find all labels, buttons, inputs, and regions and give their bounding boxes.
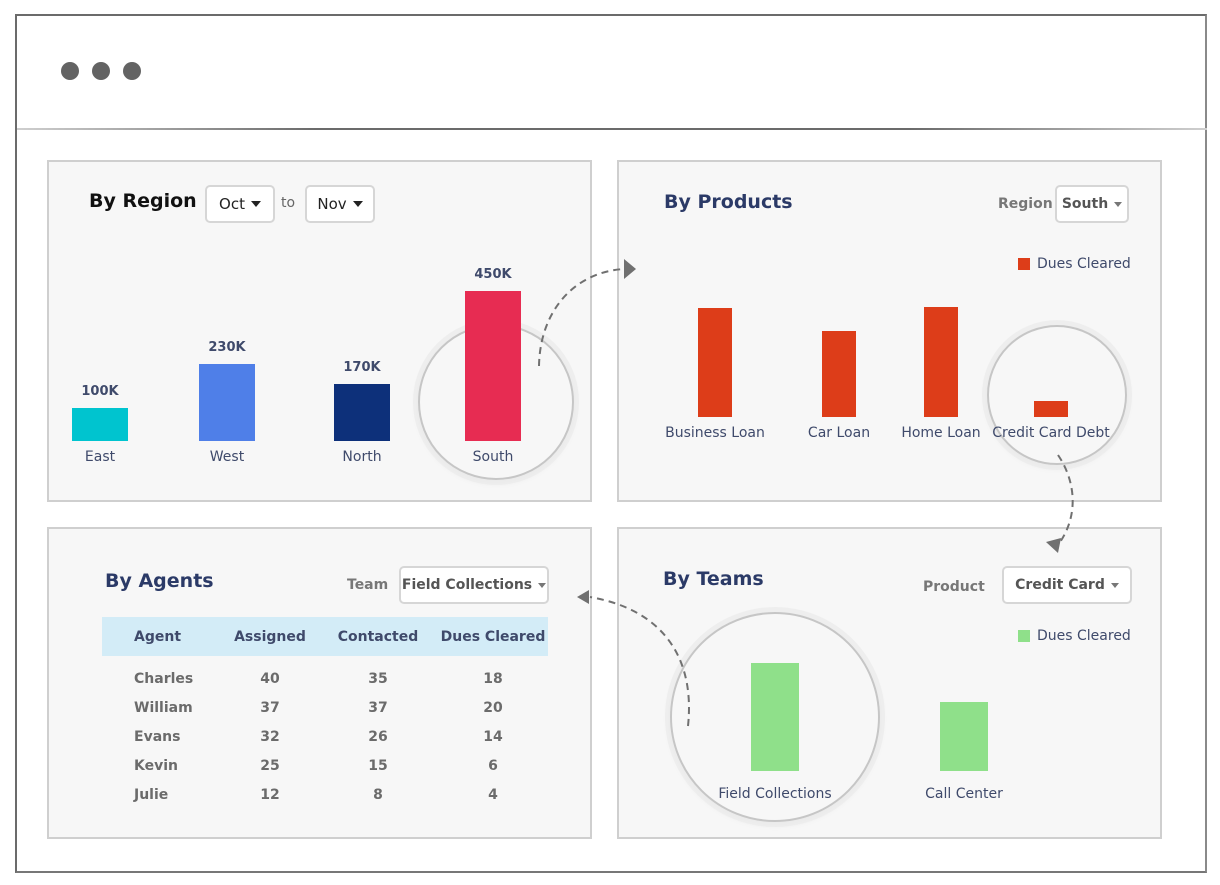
- x-axis-label: South: [472, 449, 514, 465]
- to-month-select[interactable]: Nov: [305, 185, 375, 223]
- agent-name-cell: Evans: [134, 728, 181, 745]
- bar-home-loan[interactable]: [924, 307, 958, 417]
- region-filter-select[interactable]: South: [1055, 185, 1129, 223]
- teams-legend: Dues Cleared: [1018, 628, 1131, 644]
- product-filter-value: Credit Card: [1015, 577, 1105, 593]
- chevron-down-icon: [538, 582, 547, 588]
- chevron-down-icon: [352, 201, 363, 207]
- legend-swatch-icon: [1018, 258, 1030, 270]
- team-filter-label: Team: [347, 577, 389, 593]
- to-month-value: Nov: [317, 195, 347, 213]
- from-month-value: Oct: [219, 195, 245, 213]
- bar-car-loan[interactable]: [822, 331, 856, 417]
- chevron-down-icon: [1110, 582, 1119, 588]
- agent-name-cell: Julie: [134, 786, 169, 803]
- table-row[interactable]: Julie 12 8 4: [102, 780, 548, 809]
- bar-value-label: 170K: [343, 360, 381, 376]
- product-filter-select[interactable]: Credit Card: [1002, 566, 1132, 604]
- assigned-cell: 12: [260, 786, 280, 803]
- products-legend: Dues Cleared: [1018, 256, 1131, 272]
- x-axis-label: Field Collections: [718, 786, 832, 802]
- dues-cleared-cell: 4: [488, 786, 498, 803]
- x-axis-label: Call Center: [925, 786, 1003, 802]
- dues-cleared-cell: 20: [483, 699, 503, 716]
- chevron-down-icon: [250, 201, 261, 207]
- assigned-cell: 40: [260, 670, 280, 687]
- region-filter-label: Region: [998, 196, 1053, 212]
- bar-value-label: 450K: [474, 267, 512, 282]
- contacted-cell: 26: [368, 728, 388, 745]
- dues-cleared-cell: 6: [488, 757, 498, 774]
- teams-panel-title: By Teams: [663, 568, 764, 590]
- column-header-contacted[interactable]: Contacted: [318, 617, 438, 656]
- bar-west[interactable]: [199, 364, 255, 441]
- window-control-dot-icon[interactable]: [61, 62, 79, 80]
- bar-business-loan[interactable]: [698, 308, 732, 417]
- bar-north[interactable]: [334, 384, 390, 441]
- x-axis-label: East: [84, 449, 116, 465]
- window-control-dot-icon[interactable]: [123, 62, 141, 80]
- products-panel-title: By Products: [664, 191, 793, 213]
- x-axis-label: Business Loan: [665, 425, 765, 441]
- assigned-cell: 37: [260, 699, 280, 716]
- bar-value-label: 100K: [81, 383, 119, 399]
- agent-name-cell: William: [134, 699, 193, 716]
- from-month-select[interactable]: Oct: [205, 185, 275, 223]
- dues-cleared-cell: 14: [483, 728, 503, 745]
- bar-value-label: 230K: [208, 340, 246, 356]
- titlebar-divider: [17, 128, 1207, 130]
- legend-label: Dues Cleared: [1037, 628, 1131, 644]
- product-filter-label: Product: [923, 579, 985, 595]
- contacted-cell: 8: [373, 786, 383, 803]
- region-panel-title: By Region: [89, 190, 197, 212]
- x-axis-label: West: [209, 449, 245, 465]
- agents-table: Agent Assigned Contacted Dues Cleared Ch…: [102, 617, 548, 809]
- contacted-cell: 15: [368, 757, 388, 774]
- x-axis-label: North: [342, 449, 382, 465]
- bar-east[interactable]: [72, 407, 128, 441]
- column-header-agent[interactable]: Agent: [102, 617, 222, 656]
- contacted-cell: 37: [368, 699, 388, 716]
- bar-south[interactable]: [465, 291, 521, 441]
- agent-name-cell: Charles: [134, 670, 194, 687]
- x-axis-label: Credit Card Debt: [992, 425, 1110, 441]
- bar-call-center[interactable]: [940, 702, 988, 771]
- contacted-cell: 35: [368, 670, 388, 687]
- team-filter-value: Field Collections: [401, 577, 533, 593]
- assigned-cell: 32: [260, 728, 280, 745]
- team-filter-select[interactable]: Field Collections: [399, 566, 549, 604]
- table-row[interactable]: Kevin 25 15 6: [102, 751, 548, 780]
- table-row[interactable]: Evans 32 26 14: [102, 722, 548, 751]
- bar-field-collections[interactable]: [751, 663, 799, 771]
- assigned-cell: 25: [260, 757, 280, 774]
- x-axis-label: Home Loan: [901, 425, 981, 441]
- table-header-row: Agent Assigned Contacted Dues Cleared: [102, 617, 548, 656]
- region-filter-value: South: [1061, 196, 1109, 212]
- dues-cleared-cell: 18: [483, 670, 503, 687]
- table-row[interactable]: Charles 40 35 18: [102, 656, 548, 693]
- bar-credit-card-debt[interactable]: [1034, 400, 1068, 417]
- agents-panel-title: By Agents: [105, 570, 214, 592]
- legend-label: Dues Cleared: [1037, 256, 1131, 272]
- agent-name-cell: Kevin: [134, 757, 178, 774]
- legend-swatch-icon: [1018, 630, 1030, 642]
- table-row[interactable]: William 37 37 20: [102, 693, 548, 722]
- chevron-down-icon: [1114, 201, 1123, 207]
- window-control-dot-icon[interactable]: [92, 62, 110, 80]
- column-header-assigned[interactable]: Assigned: [222, 617, 318, 656]
- x-axis-label: Car Loan: [807, 425, 871, 441]
- column-header-dues-cleared[interactable]: Dues Cleared: [438, 617, 548, 656]
- to-label: to: [281, 195, 296, 211]
